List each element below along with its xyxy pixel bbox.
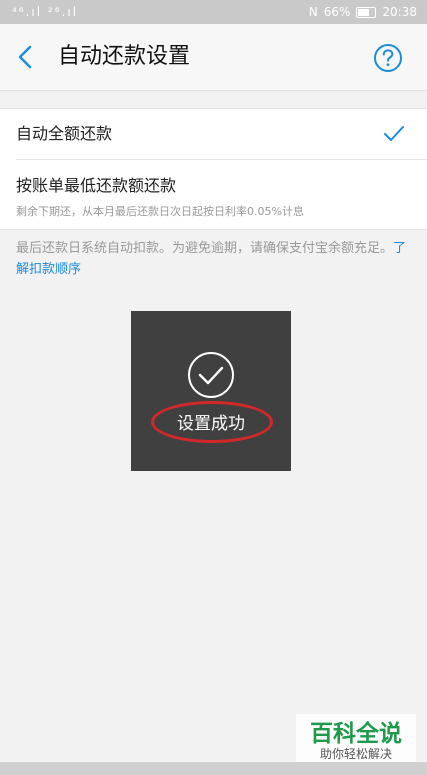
page-title: 自动还款设置	[58, 44, 191, 69]
clock: 20:38	[382, 5, 417, 19]
option-minimum-note: 剩余下期还，从本月最后还款日次日起按日利率0.05%计息	[16, 205, 304, 218]
watermark-title: 百科全说	[310, 721, 402, 747]
battery-fill	[358, 8, 370, 16]
option-auto-full-label: 自动全额还款	[16, 124, 113, 143]
option-auto-full[interactable]: 自动全额还款	[0, 109, 427, 159]
status-right-group: N 66% 20:38	[309, 0, 417, 24]
battery-icon	[356, 6, 377, 18]
status-bar: ⁴⁶.ıl ²⁶.ıl N 66% 20:38	[0, 0, 427, 24]
watermark: 百科全说 助你轻松解决	[296, 714, 416, 766]
question-circle-icon	[374, 44, 402, 72]
signal-indicators: ⁴⁶.ıl ²⁶.ıl	[12, 5, 79, 19]
success-toast: 设置成功	[131, 311, 291, 471]
help-button[interactable]	[373, 43, 403, 73]
red-highlight-ellipse	[151, 401, 273, 443]
checkmark-icon	[384, 126, 404, 141]
nfc-icon: N	[308, 5, 318, 19]
chevron-left-icon	[18, 45, 32, 69]
footnote: 最后还款日系统自动扣款。为避免逾期，请确保支付宝余额充足。了解扣款顺序	[16, 238, 411, 280]
check-circle-icon	[188, 352, 234, 398]
battery-percent: 66%	[323, 5, 351, 19]
repayment-options: 自动全额还款 按账单最低还款额还款 剩余下期还，从本月最后还款日次日起按日利率0…	[0, 108, 427, 230]
back-button[interactable]	[15, 45, 37, 69]
watermark-subtitle: 助你轻松解决	[319, 747, 392, 761]
option-minimum-label: 按账单最低还款额还款	[16, 176, 177, 195]
system-nav-bar	[0, 762, 427, 775]
nav-bar: 自动还款设置	[0, 24, 427, 91]
option-minimum-repay[interactable]: 按账单最低还款额还款 剩余下期还，从本月最后还款日次日起按日利率0.05%计息	[0, 160, 427, 229]
footnote-text: 最后还款日系统自动扣款。为避免逾期，请确保支付宝余额充足。	[16, 241, 394, 256]
